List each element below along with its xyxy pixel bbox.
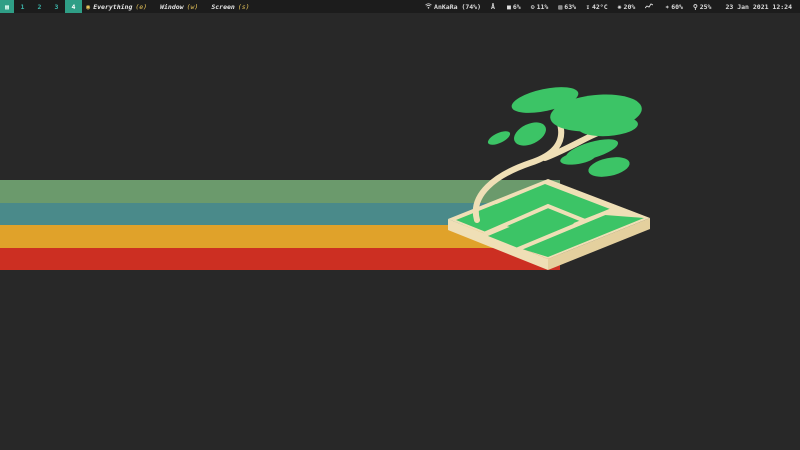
- screenshot-screen-button[interactable]: Screen (s): [211, 3, 249, 11]
- disk-text: 63%: [564, 2, 577, 11]
- disk-status: ▧ 63%: [558, 3, 576, 11]
- screenshot-screen-label: Screen: [211, 2, 235, 11]
- brightness-icon: ✶: [665, 2, 670, 11]
- screenshot-everything-label: Everything: [93, 2, 133, 11]
- screenshot-window-label: Window: [160, 2, 184, 11]
- volume-text: 25%: [699, 2, 712, 11]
- memory-icon: ⚙: [530, 2, 535, 11]
- wifi-status[interactable]: AnKaRa (74%): [425, 3, 481, 11]
- network-activity-icon: [644, 2, 654, 11]
- workspace-3[interactable]: 3: [48, 0, 65, 13]
- shortcut-key-s: (s): [237, 2, 250, 11]
- fan-text: 20%: [623, 2, 636, 11]
- network-activity-status: [644, 2, 655, 11]
- leaf-small-left: [487, 131, 511, 145]
- fan-icon: ✺: [617, 2, 622, 11]
- cpu-icon: ■: [506, 2, 511, 11]
- workspace-switcher: ▦ 1 2 3 4: [0, 0, 82, 13]
- desktop-wallpaper: [0, 87, 650, 270]
- cpu-text: 6%: [512, 2, 521, 11]
- wifi-text: AnKaRa (74%): [434, 2, 482, 11]
- workspace-1[interactable]: 1: [14, 0, 31, 13]
- bluetooth-icon: Å: [491, 2, 495, 11]
- workspace-4-active[interactable]: 4: [65, 0, 82, 13]
- screenshot-everything-button[interactable]: ◉ Everything (e): [86, 3, 147, 11]
- app-launcher-icon[interactable]: ▦: [0, 0, 14, 13]
- brightness-status[interactable]: ✶ 60%: [665, 3, 683, 11]
- microphone-icon: ⚲: [692, 2, 698, 11]
- thermometer-icon: ↧: [586, 2, 590, 11]
- bluetooth-status[interactable]: Å: [491, 3, 497, 11]
- cpu-status: ■ 6%: [507, 3, 521, 11]
- temperature-status: ↧ 42°C: [586, 3, 608, 11]
- brightness-text: 60%: [671, 2, 683, 11]
- clock[interactable]: 23 Jan 2021 12:24: [725, 3, 792, 11]
- stripe-red: [0, 248, 560, 270]
- screenshot-window-button[interactable]: Window (w): [160, 3, 198, 11]
- fan-status: ✺ 20%: [618, 3, 636, 11]
- system-status: AnKaRa (74%) Å ■ 6% ⚙ 11% ▧ 63% ↧ 42°C ✺…: [415, 3, 800, 11]
- volume-status[interactable]: ⚲ 25%: [693, 3, 712, 11]
- leaf-cluster-left: [514, 122, 546, 146]
- datetime-text: 23 Jan 2021 12:24: [725, 2, 792, 11]
- workspace-2[interactable]: 2: [31, 0, 48, 13]
- memory-status: ⚙ 11%: [531, 3, 549, 11]
- shortcut-key-w: (w): [186, 2, 199, 11]
- screenshot-actions: ◉ Everything (e) Window (w) Screen (s): [86, 3, 263, 11]
- camera-icon: ◉: [86, 2, 91, 11]
- disk-icon: ▧: [558, 2, 563, 11]
- temperature-text: 42°C: [591, 2, 608, 11]
- shortcut-key-e: (e): [135, 2, 148, 11]
- wifi-icon: [425, 2, 432, 11]
- top-status-bar: ▦ 1 2 3 4 ◉ Everything (e) Window (w) Sc…: [0, 0, 800, 13]
- memory-text: 11%: [536, 2, 549, 11]
